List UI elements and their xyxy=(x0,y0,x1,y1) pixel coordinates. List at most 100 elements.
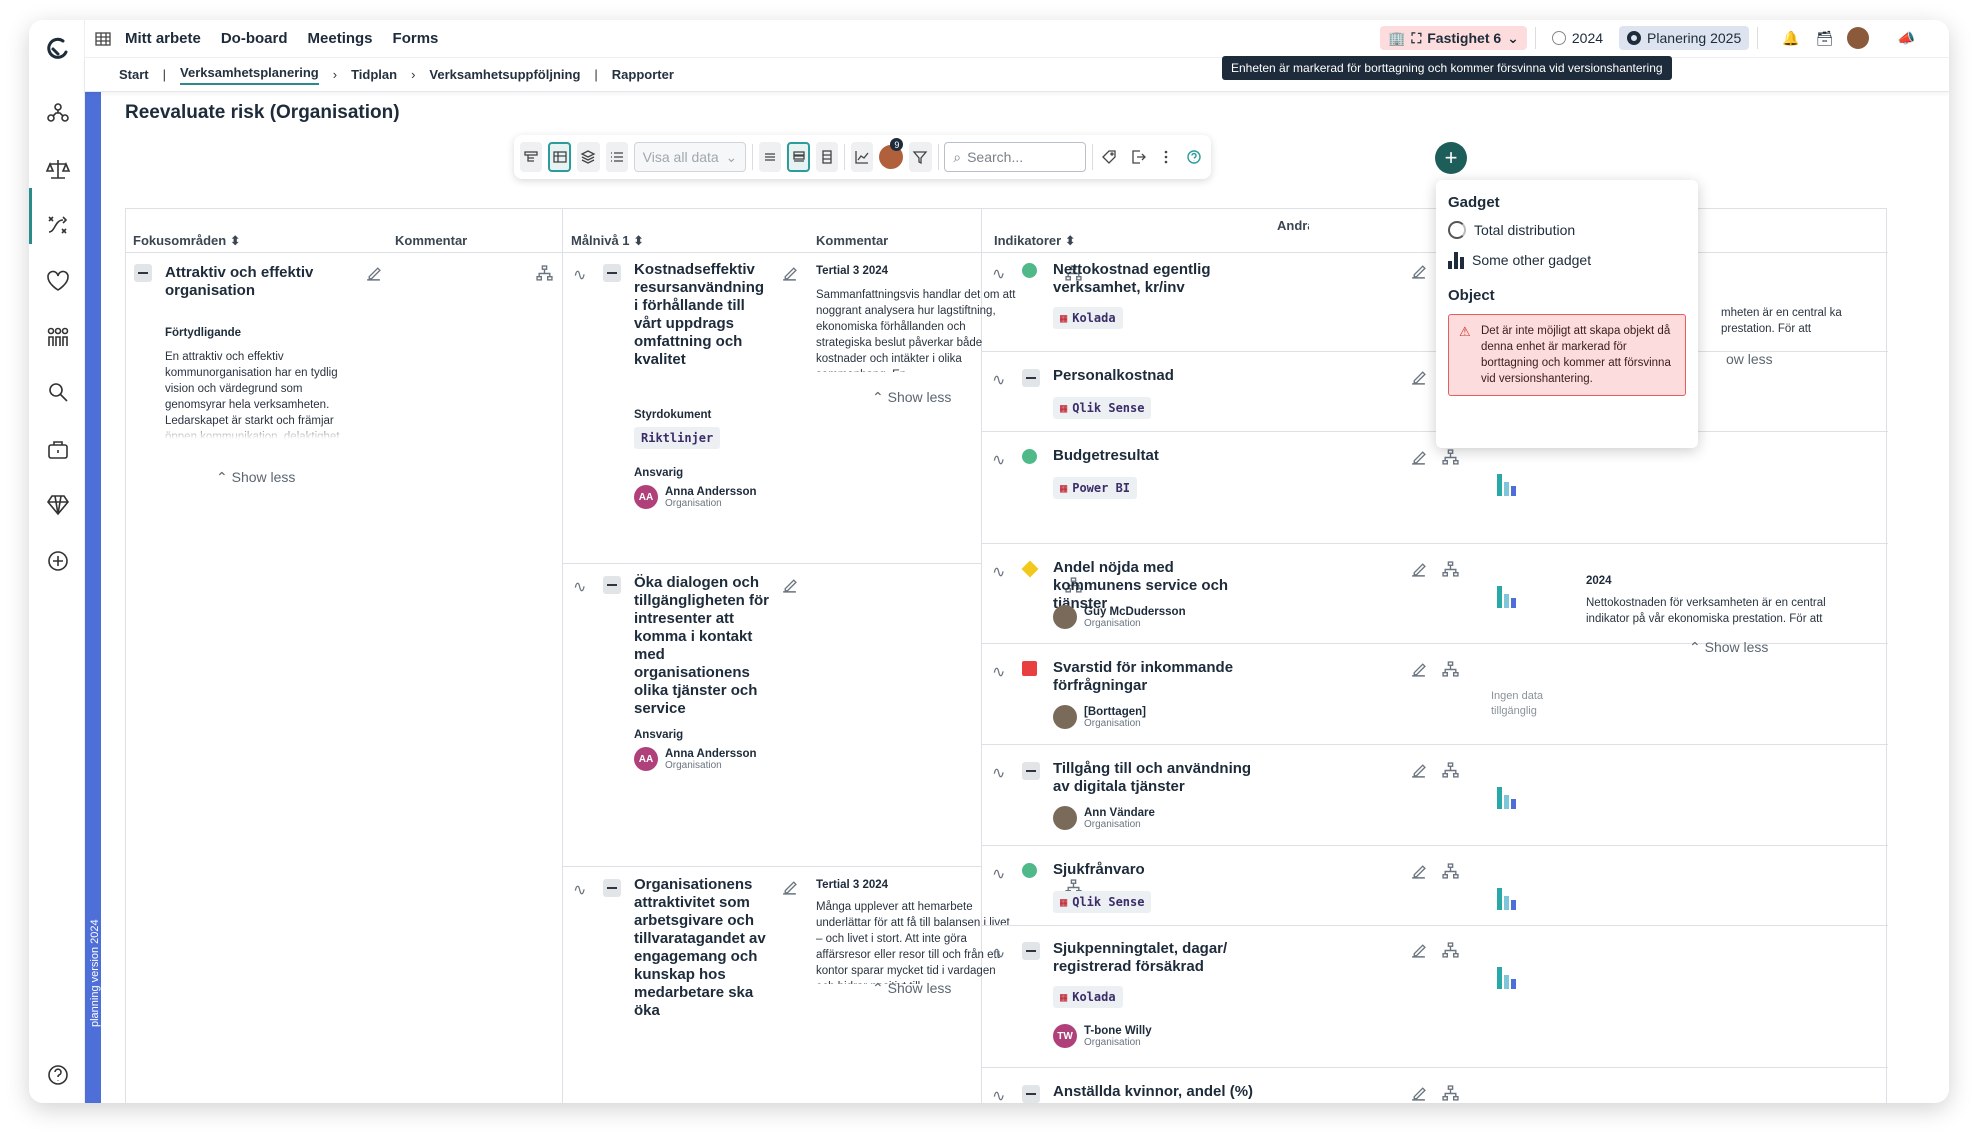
hierarchy-icon[interactable] xyxy=(1442,661,1459,683)
goal-2-title[interactable]: Öka dialogen och tillgängligheten för in… xyxy=(634,574,769,718)
nav-mitt-arbete[interactable]: Mitt arbete xyxy=(125,30,201,47)
data-source-tag[interactable]: ▦ Qlik Sense xyxy=(1053,891,1152,913)
goal-3-title[interactable]: Organisationens attraktivitet som arbets… xyxy=(634,876,769,1020)
diamond-icon[interactable] xyxy=(43,490,73,520)
menu-item-some-other-gadget[interactable]: Some other gadget xyxy=(1448,251,1686,269)
crumb-verksamhetsplanering[interactable]: Verksamhetsplanering xyxy=(180,65,319,85)
more-options-icon[interactable] xyxy=(1155,142,1177,172)
indicator-title[interactable]: Budgetresultat xyxy=(1053,447,1263,465)
crumb-start[interactable]: Start xyxy=(119,67,149,82)
goal-1-title[interactable]: Kostnadseffektiv resursanvändning i förh… xyxy=(634,261,769,369)
table-view-button[interactable] xyxy=(548,142,572,172)
megaphone-icon[interactable]: 📣 xyxy=(1897,30,1914,47)
indicator-title[interactable]: Anställda kvinnor, andel (%) xyxy=(1053,1083,1263,1101)
nav-do-board[interactable]: Do-board xyxy=(221,30,288,47)
edit-icon[interactable] xyxy=(1410,863,1427,885)
other-unit-show-less[interactable]: ow less xyxy=(1726,351,1773,367)
indicator-title[interactable]: Sjukfrånvaro xyxy=(1053,861,1263,879)
balance-icon[interactable] xyxy=(43,154,73,184)
edit-icon[interactable] xyxy=(1410,661,1427,683)
list-view-button[interactable] xyxy=(605,142,628,172)
goal-3-show-less[interactable]: ⌃ Show less xyxy=(872,980,951,997)
header-indikatorer[interactable]: Indikatorer ⬍ xyxy=(994,233,1076,249)
edit-icon[interactable] xyxy=(1410,263,1427,285)
density-compact-button[interactable] xyxy=(758,142,782,172)
nav-meetings[interactable]: Meetings xyxy=(308,30,373,47)
collapse-icon[interactable] xyxy=(603,576,621,597)
collapse-icon[interactable] xyxy=(603,879,621,900)
edit-icon[interactable] xyxy=(1410,762,1427,784)
hierarchy-icon[interactable] xyxy=(1442,1085,1459,1103)
goal-2-responsible[interactable]: AA Anna Andersson Organisation xyxy=(634,747,757,771)
help-icon[interactable] xyxy=(43,1060,73,1090)
edit-icon[interactable] xyxy=(1410,561,1427,583)
heart-icon[interactable] xyxy=(43,266,73,296)
goal-1-show-less[interactable]: ⌃ Show less xyxy=(872,389,951,406)
user-filter-avatar[interactable]: 9 xyxy=(879,138,904,172)
focus-title[interactable]: Attraktiv och effektiv organisation xyxy=(165,264,355,300)
org-icon[interactable] xyxy=(43,98,73,128)
strategy-icon[interactable] xyxy=(43,210,73,240)
help-circle-icon[interactable] xyxy=(1183,142,1205,172)
indicator-responsible[interactable]: [Borttagen] Organisation xyxy=(1053,705,1146,729)
edit-icon[interactable] xyxy=(1410,369,1427,391)
hierarchy-icon[interactable] xyxy=(1442,561,1459,583)
edit-icon[interactable] xyxy=(1410,942,1427,964)
other-unit-show-less-2[interactable]: ⌃ Show less xyxy=(1689,639,1768,656)
hierarchy-icon[interactable] xyxy=(1442,762,1459,784)
indicator-responsible[interactable]: TW T-bone Willy Organisation xyxy=(1053,1024,1152,1048)
edit-icon[interactable] xyxy=(781,265,798,287)
user-avatar[interactable] xyxy=(1847,27,1870,49)
briefcase-icon[interactable] xyxy=(43,434,73,464)
people-icon[interactable] xyxy=(43,322,73,352)
indicator-title[interactable]: Svarstid för inkommande förfrågningar xyxy=(1053,659,1263,695)
mini-bar-chart[interactable] xyxy=(1496,886,1520,910)
add-button[interactable]: + xyxy=(1435,142,1467,174)
magnifier-icon[interactable] xyxy=(43,378,73,408)
hierarchy-icon[interactable] xyxy=(536,265,553,287)
data-source-tag[interactable]: ▦ Kolada xyxy=(1053,307,1123,329)
mini-bar-chart[interactable] xyxy=(1496,785,1520,809)
mini-bar-chart[interactable] xyxy=(1496,584,1520,608)
archive-icon[interactable]: 🗃 xyxy=(1816,30,1834,47)
nav-forms[interactable]: Forms xyxy=(393,30,439,47)
menu-item-total-distribution[interactable]: Total distribution xyxy=(1448,221,1686,239)
collapse-icon[interactable] xyxy=(603,264,621,285)
collapse-icon[interactable] xyxy=(134,264,152,285)
edit-icon[interactable] xyxy=(1410,449,1427,471)
data-filter-select[interactable]: Visa all data ⌄ xyxy=(633,142,747,172)
edit-icon[interactable] xyxy=(1410,1085,1427,1103)
hierarchy-icon[interactable] xyxy=(1442,942,1459,964)
tag-icon[interactable] xyxy=(1098,142,1120,172)
indicator-title[interactable]: Nettokostnad egentlig verksamhet, kr/inv xyxy=(1053,261,1263,297)
edit-icon[interactable] xyxy=(365,265,382,287)
edit-icon[interactable] xyxy=(781,879,798,901)
hierarchy-icon[interactable] xyxy=(1442,863,1459,885)
search-input[interactable]: ⌕ Search... xyxy=(944,142,1086,172)
tree-view-button[interactable] xyxy=(520,142,543,172)
filter-button[interactable] xyxy=(909,142,932,172)
apps-grid-icon[interactable] xyxy=(95,31,111,47)
add-circle-icon[interactable] xyxy=(43,546,73,576)
focus-show-less[interactable]: ⌃ Show less xyxy=(216,469,295,486)
goal-1-doc-tag[interactable]: Riktlinjer xyxy=(634,427,721,449)
data-source-tag[interactable]: ▦ Kolada xyxy=(1053,986,1123,1008)
indicator-title[interactable]: Personalkostnad xyxy=(1053,367,1263,385)
indicator-responsible[interactable]: Ann Vändare Organisation xyxy=(1053,806,1155,830)
mini-bar-chart[interactable] xyxy=(1496,965,1520,989)
year-toggle[interactable]: 2024 xyxy=(1544,26,1611,50)
indicator-title[interactable]: Tillgång till och användning av digitala… xyxy=(1053,760,1263,796)
edit-icon[interactable] xyxy=(781,577,798,599)
data-source-tag[interactable]: ▦ Power BI xyxy=(1053,477,1138,499)
trend-chart-button[interactable] xyxy=(851,142,874,172)
indicator-responsible[interactable]: Guy McDudersson Organisation xyxy=(1053,605,1186,629)
header-malniva[interactable]: Målnivå 1 ⬍ xyxy=(571,233,644,249)
header-fokusomraden[interactable]: Fokusområden ⬍ xyxy=(133,233,241,249)
unit-selector[interactable]: 🏢 ⛶ Fastighet 6 ⌄ xyxy=(1380,26,1527,50)
logo-icon[interactable] xyxy=(43,34,73,64)
mini-bar-chart[interactable] xyxy=(1496,472,1520,496)
bell-icon[interactable]: 🔔 xyxy=(1782,30,1799,47)
goal-1-responsible[interactable]: AA Anna Andersson Organisation xyxy=(634,485,757,509)
plan-toggle[interactable]: Planering 2025 xyxy=(1619,26,1750,50)
data-source-tag[interactable]: ▦ Qlik Sense xyxy=(1053,397,1152,419)
